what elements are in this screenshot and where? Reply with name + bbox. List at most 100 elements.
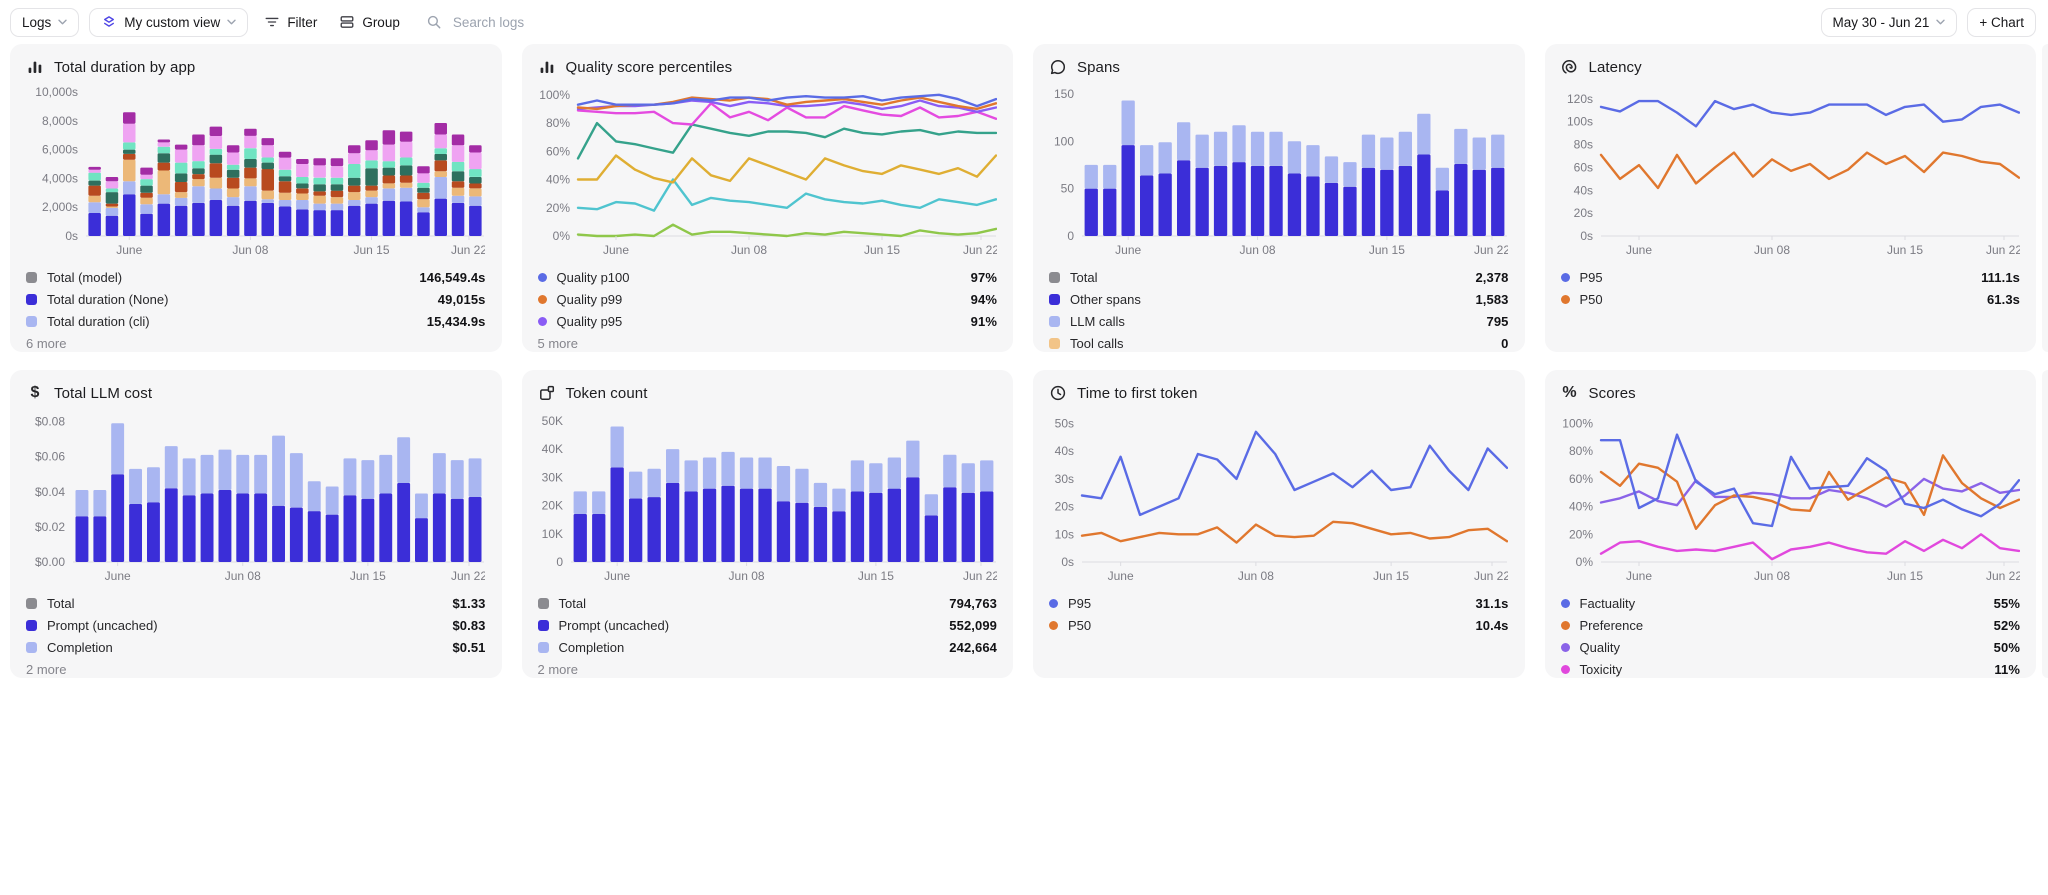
token-icon <box>538 384 556 402</box>
legend-marker <box>538 317 547 326</box>
legend-item[interactable]: P50 61.3s <box>1561 288 2021 310</box>
svg-text:Jun 15: Jun 15 <box>1373 569 1409 583</box>
legend-item[interactable]: Completion 242,664 <box>538 636 998 658</box>
legend-item[interactable]: LLM calls795 <box>1049 310 1509 332</box>
filter-label: Filter <box>287 15 317 30</box>
svg-text:Jun 08: Jun 08 <box>232 243 268 257</box>
legend-label: Preference <box>1580 618 1644 633</box>
legend-marker <box>1049 338 1060 349</box>
chart-canvas[interactable]: 050100150JuneJun 08Jun 15Jun 22 <box>1049 84 1508 260</box>
search-input[interactable] <box>451 14 1801 31</box>
legend-label: Quality <box>1580 640 1620 655</box>
legend-value: 242,664 <box>949 640 997 655</box>
add-chart-label: + Chart <box>1979 15 2024 30</box>
legend-label: Total <box>1070 270 1097 285</box>
svg-text:$0.08: $0.08 <box>35 415 65 429</box>
filter-button[interactable]: Filter <box>258 8 323 37</box>
legend-more-button[interactable]: 2 more <box>26 658 486 678</box>
svg-text:40s: 40s <box>1573 183 1592 197</box>
svg-text:40K: 40K <box>541 442 562 456</box>
legend-label: Completion <box>559 640 625 655</box>
legend-item[interactable]: P5010.4s <box>1049 614 1509 636</box>
legend-value: 61.3s <box>1987 292 2020 307</box>
legend-item[interactable]: P95111.1s <box>1561 266 2021 288</box>
chart-canvas[interactable]: 0s2,000s4,000s6,000s8,000s10,000sJuneJun… <box>26 84 485 260</box>
svg-text:June: June <box>1625 569 1651 583</box>
legend-item[interactable]: Total794,763 <box>538 592 998 614</box>
legend-item[interactable]: Total $1.33 <box>26 592 486 614</box>
layers-icon <box>101 14 117 30</box>
logs-dropdown-button[interactable]: Logs <box>10 8 79 37</box>
legend-label: Total <box>47 596 74 611</box>
svg-text:Jun 08: Jun 08 <box>1238 569 1274 583</box>
legend-value: 91% <box>971 314 997 329</box>
svg-text:Jun 15: Jun 15 <box>863 243 899 257</box>
svg-text:Jun 08: Jun 08 <box>1753 243 1789 257</box>
legend-item[interactable]: Prompt (uncached)552,099 <box>538 614 998 636</box>
svg-text:Jun 08: Jun 08 <box>728 569 764 583</box>
legend-item[interactable]: Quality50% <box>1561 636 2021 658</box>
chart-canvas[interactable]: 0s20s40s60s80s100s120sJuneJun 08Jun 15Ju… <box>1561 84 2020 260</box>
chart-canvas[interactable]: 010K20K30K40K50KJuneJun 08Jun 15Jun 22 <box>538 410 997 586</box>
group-button[interactable]: Group <box>333 8 406 37</box>
legend-item[interactable]: Factuality55% <box>1561 592 2021 614</box>
card-header: $ Total LLM cost <box>26 380 486 406</box>
chart-canvas[interactable]: 0%20%40%60%80%100%JuneJun 08Jun 15Jun 22 <box>538 84 997 260</box>
card-title: Total LLM cost <box>54 385 152 402</box>
legend-label: Total <box>559 596 586 611</box>
svg-text:100: 100 <box>1054 134 1074 148</box>
legend-item[interactable]: Completion$0.51 <box>26 636 486 658</box>
card-title: Scores <box>1589 385 1636 402</box>
svg-text:Jun 08: Jun 08 <box>1240 243 1276 257</box>
legend-item[interactable]: Total2,378 <box>1049 266 1509 288</box>
svg-text:0s: 0s <box>65 229 78 243</box>
chevron-down-icon <box>227 19 236 25</box>
legend-more-button[interactable]: 6 more <box>26 332 486 352</box>
svg-text:60s: 60s <box>1573 160 1592 174</box>
add-chart-button[interactable]: + Chart <box>1967 8 2036 37</box>
legend-item[interactable]: Total duration (cli)15,434.9s <box>26 310 486 332</box>
card-header: Latency <box>1561 54 2021 80</box>
date-range-button[interactable]: May 30 - Jun 21 <box>1821 8 1958 37</box>
svg-text:$0.04: $0.04 <box>35 485 65 499</box>
svg-text:0s: 0s <box>1580 229 1593 243</box>
svg-text:June: June <box>1625 243 1651 257</box>
legend-item[interactable]: Prompt (uncached)$0.83 <box>26 614 486 636</box>
legend-item[interactable]: Preference52% <box>1561 614 2021 636</box>
card-quality-score-percentiles: Quality score percentiles 0%20%40%60%80%… <box>522 44 1014 352</box>
legend-value: 111.1s <box>1981 270 2020 285</box>
legend-item[interactable]: Quality p9591% <box>538 310 998 332</box>
legend-marker <box>1561 621 1570 630</box>
chart-canvas[interactable]: 0s10s20s30s40s50sJuneJun 08Jun 15Jun 22 <box>1049 410 1508 586</box>
legend-item[interactable]: Tool calls0 <box>1049 332 1509 352</box>
legend-marker <box>26 294 37 305</box>
legend-more-button[interactable]: 5 more <box>538 332 998 352</box>
chart-canvas[interactable]: $0.00$0.02$0.04$0.06$0.08JuneJun 08Jun 1… <box>26 410 485 586</box>
svg-text:20K: 20K <box>541 499 562 513</box>
legend-value: $1.33 <box>452 596 485 611</box>
legend-item[interactable]: Total duration (None)49,015s <box>26 288 486 310</box>
legend-item[interactable]: P9531.1s <box>1049 592 1509 614</box>
card-spans: Spans 050100150JuneJun 08Jun 15Jun 22 To… <box>1033 44 1525 352</box>
svg-text:80%: 80% <box>1568 444 1592 458</box>
legend-item[interactable]: Other spans1,583 <box>1049 288 1509 310</box>
card-header: Time to first token <box>1049 380 1509 406</box>
legend-value: 552,099 <box>949 618 997 633</box>
legend-item[interactable]: Quality p9994% <box>538 288 998 310</box>
legend-item[interactable]: Total (model)146,549.4s <box>26 266 486 288</box>
legend-item[interactable]: Toxicity11% <box>1561 658 2021 678</box>
partial-next-card <box>2042 370 2048 678</box>
legend-label: Total duration (cli) <box>47 314 150 329</box>
legend-label: P50 <box>1580 292 1603 307</box>
toolbar: Logs My custom view Filter Group May 30 … <box>0 0 2048 44</box>
legend: P95111.1s P50 61.3s <box>1561 266 2021 310</box>
legend-item[interactable]: Quality p10097% <box>538 266 998 288</box>
legend-more-button[interactable]: 2 more <box>538 658 998 678</box>
view-selector-button[interactable]: My custom view <box>89 8 248 37</box>
legend: Total (model)146,549.4sTotal duration (N… <box>26 266 486 352</box>
card-latency: Latency 0s20s40s60s80s100s120sJuneJun 08… <box>1545 44 2037 352</box>
chart-canvas[interactable]: 0%20%40%60%80%100%JuneJun 08Jun 15Jun 22 <box>1561 410 2020 586</box>
legend-label: Factuality <box>1580 596 1636 611</box>
legend-marker <box>1561 295 1570 304</box>
speech-bubble-icon <box>1049 58 1067 76</box>
